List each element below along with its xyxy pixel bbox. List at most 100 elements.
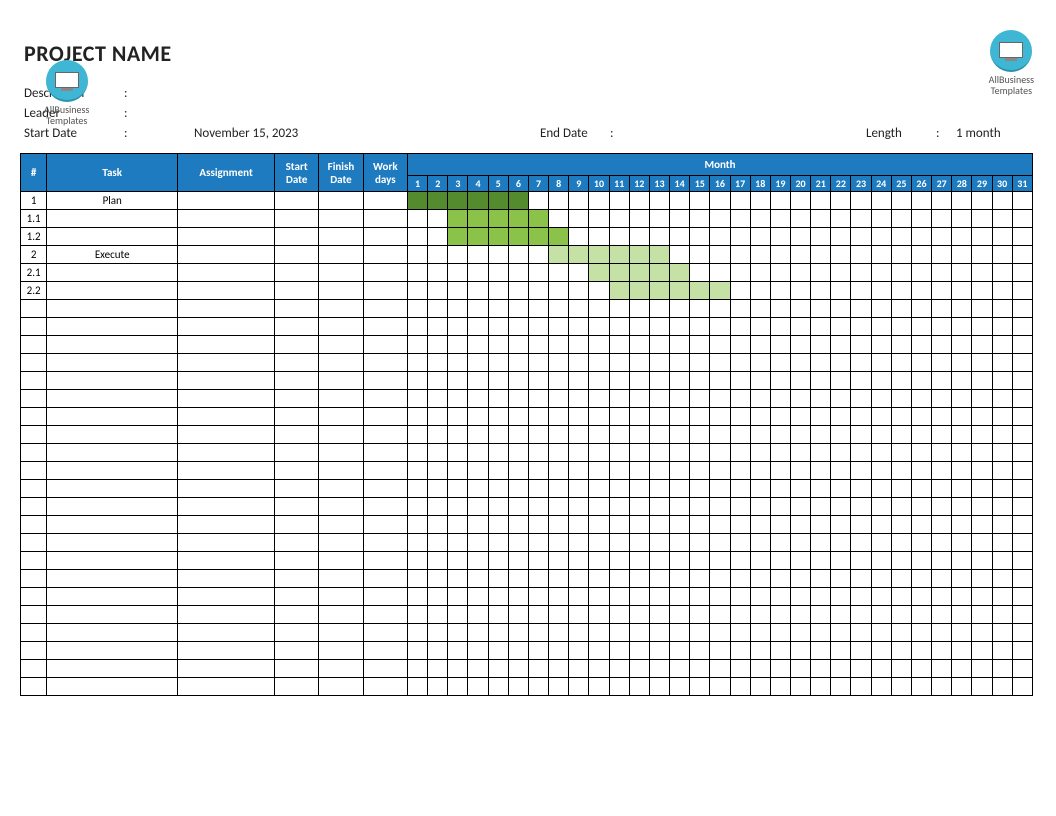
gantt-cell[interactable]: [750, 480, 770, 498]
row-finish[interactable]: [319, 660, 363, 678]
gantt-cell[interactable]: [871, 552, 891, 570]
gantt-cell[interactable]: [811, 390, 831, 408]
gantt-cell[interactable]: [428, 624, 448, 642]
row-num[interactable]: [21, 642, 47, 660]
gantt-cell[interactable]: [690, 606, 710, 624]
gantt-cell[interactable]: [629, 336, 649, 354]
gantt-cell[interactable]: [649, 318, 669, 336]
row-start[interactable]: [274, 624, 318, 642]
row-finish[interactable]: [319, 624, 363, 642]
gantt-cell[interactable]: [851, 282, 871, 300]
gantt-cell[interactable]: [992, 426, 1012, 444]
gantt-cell[interactable]: [569, 624, 589, 642]
gantt-cell[interactable]: [629, 678, 649, 696]
gantt-cell[interactable]: [992, 678, 1012, 696]
gantt-cell[interactable]: [750, 390, 770, 408]
gantt-cell[interactable]: [488, 390, 508, 408]
gantt-cell[interactable]: [831, 588, 851, 606]
row-task[interactable]: [47, 534, 178, 552]
gantt-cell[interactable]: [750, 318, 770, 336]
gantt-cell[interactable]: [770, 246, 790, 264]
gantt-cell[interactable]: [730, 444, 750, 462]
gantt-cell[interactable]: [1012, 354, 1032, 372]
gantt-cell[interactable]: [831, 372, 851, 390]
gantt-cell[interactable]: [911, 426, 931, 444]
gantt-cell[interactable]: [589, 192, 609, 210]
gantt-cell[interactable]: [629, 570, 649, 588]
gantt-cell[interactable]: [448, 282, 468, 300]
row-finish[interactable]: [319, 372, 363, 390]
gantt-cell[interactable]: [569, 390, 589, 408]
row-task[interactable]: Execute: [47, 246, 178, 264]
gantt-cell[interactable]: [992, 534, 1012, 552]
gantt-cell[interactable]: [972, 354, 992, 372]
gantt-cell[interactable]: [730, 318, 750, 336]
gantt-cell[interactable]: [468, 624, 488, 642]
gantt-cell[interactable]: [649, 444, 669, 462]
gantt-cell[interactable]: [629, 552, 649, 570]
gantt-cell[interactable]: [488, 570, 508, 588]
gantt-cell[interactable]: [690, 678, 710, 696]
row-task[interactable]: [47, 552, 178, 570]
row-task[interactable]: [47, 372, 178, 390]
row-finish[interactable]: [319, 678, 363, 696]
gantt-cell[interactable]: [589, 498, 609, 516]
gantt-cell[interactable]: [871, 660, 891, 678]
gantt-cell[interactable]: [952, 408, 972, 426]
gantt-cell[interactable]: [770, 264, 790, 282]
gantt-cell[interactable]: [690, 588, 710, 606]
gantt-cell[interactable]: [569, 246, 589, 264]
gantt-cell[interactable]: [831, 534, 851, 552]
gantt-cell[interactable]: [972, 426, 992, 444]
gantt-cell[interactable]: [710, 534, 730, 552]
gantt-cell[interactable]: [508, 444, 528, 462]
gantt-cell[interactable]: [972, 192, 992, 210]
gantt-cell[interactable]: [428, 300, 448, 318]
gantt-cell[interactable]: [448, 318, 468, 336]
gantt-cell[interactable]: [629, 462, 649, 480]
row-assignment[interactable]: [178, 336, 275, 354]
gantt-cell[interactable]: [831, 516, 851, 534]
gantt-cell[interactable]: [670, 390, 690, 408]
gantt-cell[interactable]: [670, 336, 690, 354]
gantt-cell[interactable]: [932, 570, 952, 588]
gantt-cell[interactable]: [992, 462, 1012, 480]
gantt-cell[interactable]: [549, 462, 569, 480]
gantt-cell[interactable]: [408, 210, 428, 228]
gantt-cell[interactable]: [790, 444, 810, 462]
gantt-cell[interactable]: [428, 678, 448, 696]
gantt-cell[interactable]: [508, 318, 528, 336]
gantt-cell[interactable]: [911, 354, 931, 372]
gantt-cell[interactable]: [468, 228, 488, 246]
gantt-cell[interactable]: [448, 354, 468, 372]
gantt-cell[interactable]: [690, 372, 710, 390]
gantt-cell[interactable]: [851, 660, 871, 678]
gantt-cell[interactable]: [508, 642, 528, 660]
gantt-cell[interactable]: [730, 300, 750, 318]
gantt-cell[interactable]: [911, 228, 931, 246]
gantt-cell[interactable]: [649, 588, 669, 606]
row-assignment[interactable]: [178, 678, 275, 696]
gantt-cell[interactable]: [811, 606, 831, 624]
row-work[interactable]: [363, 390, 407, 408]
gantt-cell[interactable]: [609, 264, 629, 282]
gantt-cell[interactable]: [448, 678, 468, 696]
gantt-cell[interactable]: [690, 354, 710, 372]
gantt-cell[interactable]: [428, 228, 448, 246]
gantt-cell[interactable]: [851, 462, 871, 480]
gantt-cell[interactable]: [891, 246, 911, 264]
gantt-cell[interactable]: [609, 408, 629, 426]
gantt-cell[interactable]: [448, 300, 468, 318]
gantt-cell[interactable]: [569, 282, 589, 300]
gantt-cell[interactable]: [468, 444, 488, 462]
gantt-cell[interactable]: [851, 498, 871, 516]
gantt-cell[interactable]: [609, 552, 629, 570]
gantt-cell[interactable]: [569, 408, 589, 426]
gantt-cell[interactable]: [871, 516, 891, 534]
gantt-cell[interactable]: [428, 372, 448, 390]
row-finish[interactable]: [319, 300, 363, 318]
gantt-cell[interactable]: [911, 282, 931, 300]
gantt-cell[interactable]: [629, 318, 649, 336]
gantt-cell[interactable]: [488, 318, 508, 336]
gantt-cell[interactable]: [992, 498, 1012, 516]
